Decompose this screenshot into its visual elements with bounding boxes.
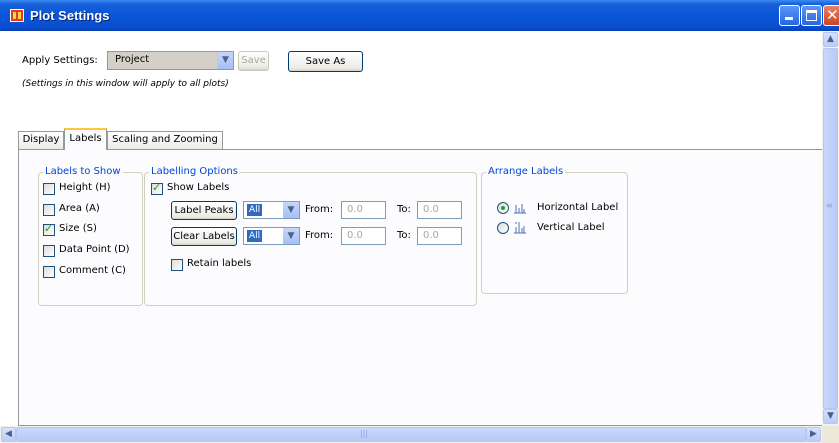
- label-peaks-button[interactable]: Label Peaks: [171, 201, 237, 220]
- scroll-up-button[interactable]: ▲: [823, 32, 838, 47]
- retain-labels-label: Retain labels: [187, 258, 252, 269]
- title-bar[interactable]: Plot Settings ✕: [0, 0, 839, 31]
- labels-to-show-group: Labels to Show Height (H) Area (A) Size …: [38, 166, 143, 306]
- scroll-left-button[interactable]: ◀: [1, 427, 16, 442]
- show-labels-checkbox[interactable]: [151, 181, 163, 195]
- data-point-checkbox[interactable]: [43, 245, 55, 257]
- maximize-button[interactable]: [801, 5, 822, 26]
- vertical-label-icon: [514, 222, 526, 234]
- apply-settings-select[interactable]: Project ▼: [107, 51, 234, 70]
- vertical-label-label: Vertical Label: [537, 222, 605, 233]
- clear-labels-to-label: To:: [397, 230, 411, 241]
- clear-labels-range-select[interactable]: All ▼: [243, 227, 300, 245]
- scrollbar-corner: [822, 426, 839, 443]
- horizontal-label-icon: [514, 204, 526, 214]
- tab-display[interactable]: Display: [18, 131, 64, 149]
- chevron-down-icon[interactable]: ▼: [217, 52, 233, 69]
- scroll-down-button[interactable]: ▼: [823, 409, 838, 424]
- label-peaks-to-label: To:: [397, 204, 411, 215]
- data-point-label: Data Point (D): [59, 244, 130, 255]
- labels-to-show-title: Labels to Show: [43, 166, 123, 177]
- clear-labels-from-label: From:: [305, 230, 334, 241]
- size-checkbox[interactable]: [43, 222, 55, 236]
- minimize-icon: [785, 17, 793, 20]
- clear-labels-to-field[interactable]: 0.0: [417, 227, 462, 245]
- maximize-icon: [806, 10, 817, 21]
- area-checkbox[interactable]: [43, 204, 55, 216]
- clear-labels-button[interactable]: Clear Labels: [171, 227, 237, 246]
- size-label: Size (S): [59, 223, 97, 234]
- vertical-scrollbar[interactable]: ▲ ≡ ▼: [822, 31, 839, 426]
- close-button[interactable]: ✕: [823, 5, 839, 26]
- vertical-scroll-thumb[interactable]: [823, 48, 838, 409]
- horizontal-label-radio[interactable]: [497, 202, 509, 214]
- tab-labels[interactable]: Labels: [64, 128, 107, 150]
- label-peaks-to-field[interactable]: 0.0: [417, 201, 462, 219]
- label-peaks-from-field[interactable]: 0.0: [341, 201, 386, 219]
- apply-settings-value: Project: [115, 54, 150, 65]
- close-icon: ✕: [826, 6, 839, 24]
- horizontal-scroll-thumb[interactable]: [16, 427, 806, 442]
- labelling-options-title: Labelling Options: [149, 166, 240, 177]
- grip-icon: |||: [360, 429, 369, 438]
- label-peaks-range-select[interactable]: All ▼: [243, 201, 300, 219]
- horizontal-label-label: Horizontal Label: [537, 202, 619, 213]
- chevron-down-icon[interactable]: ▼: [283, 228, 299, 244]
- vertical-label-radio[interactable]: [497, 222, 509, 234]
- label-peaks-range-value: All: [247, 204, 263, 216]
- height-label: Height (H): [59, 182, 111, 193]
- retain-labels-checkbox[interactable]: [171, 259, 183, 271]
- grip-icon: ≡: [826, 201, 833, 210]
- height-checkbox[interactable]: [43, 183, 55, 195]
- settings-note: (Settings in this window will apply to a…: [22, 79, 229, 89]
- save-as-button[interactable]: Save As: [288, 51, 363, 72]
- show-labels-label: Show Labels: [167, 182, 230, 193]
- tab-scaling-and-zooming[interactable]: Scaling and Zooming: [107, 131, 223, 149]
- window-title: Plot Settings: [30, 8, 110, 23]
- label-peaks-from-label: From:: [305, 204, 334, 215]
- comment-checkbox[interactable]: [43, 266, 55, 278]
- save-button[interactable]: Save: [238, 51, 269, 71]
- labelling-options-group: Labelling Options Show Labels Label Peak…: [144, 166, 477, 306]
- app-icon: [10, 9, 24, 22]
- minimize-button[interactable]: [779, 5, 800, 26]
- arrange-labels-group: Arrange Labels Horizontal Label Vertical…: [481, 166, 628, 294]
- chevron-down-icon[interactable]: ▼: [283, 202, 299, 218]
- comment-label: Comment (C): [59, 265, 126, 276]
- horizontal-scrollbar[interactable]: ◀ ||| ▶: [0, 426, 822, 443]
- area-label: Area (A): [59, 203, 100, 214]
- apply-settings-label: Apply Settings:: [22, 55, 98, 66]
- labels-tab-panel: Labels to Show Height (H) Area (A) Size …: [18, 149, 826, 426]
- clear-labels-range-value: All: [247, 230, 263, 242]
- clear-labels-from-field[interactable]: 0.0: [341, 227, 386, 245]
- scroll-right-button[interactable]: ▶: [806, 427, 821, 442]
- arrange-labels-title: Arrange Labels: [486, 166, 566, 177]
- window-content: Apply Settings: Project ▼ Save Save As (…: [0, 31, 826, 426]
